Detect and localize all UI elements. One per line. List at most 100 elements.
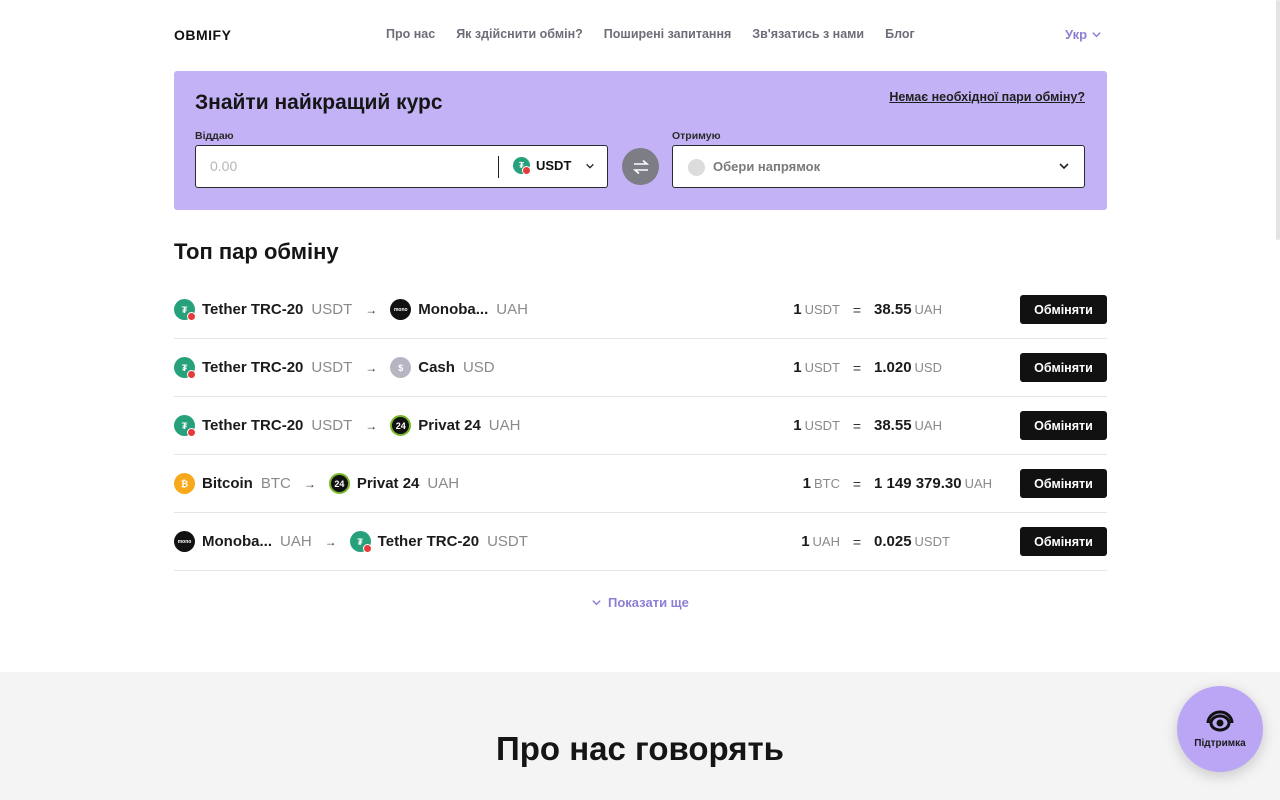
give-divider xyxy=(498,156,499,178)
to-asset-name: Cash xyxy=(418,359,455,376)
nav-link-blog[interactable]: Блог xyxy=(885,27,915,41)
cash-icon: $ xyxy=(390,357,412,378)
headset-icon xyxy=(1206,710,1234,732)
rate-from-code: USDT xyxy=(804,302,840,317)
pair-rate: 1 UAH = 0.025 USDT xyxy=(754,513,950,570)
exchange-button[interactable]: Обміняти xyxy=(1020,527,1107,556)
rate-to-amount: 38.55 xyxy=(874,417,912,434)
to-asset-code: UAH xyxy=(488,417,521,434)
chevron-down-icon xyxy=(592,600,601,606)
placeholder-coin-icon xyxy=(688,159,705,176)
rate-from: 1 UAH xyxy=(754,533,840,550)
top-pairs-title: Топ пар обміну xyxy=(174,239,339,264)
arrow-right-icon: → xyxy=(365,360,378,375)
language-label: Укр xyxy=(1065,27,1088,42)
rate-to: 0.025 USDT xyxy=(874,533,950,550)
rate-from-amount: 1 xyxy=(802,475,811,492)
mono-icon: mono xyxy=(390,299,412,320)
exchange-panel: Знайти найкращий курс Немає необхідної п… xyxy=(174,71,1107,210)
chevron-down-icon xyxy=(586,163,595,169)
site-header: OBMIFY Про нас Як здійснити обмін? Пошир… xyxy=(0,0,1280,70)
exchange-button[interactable]: Обміняти xyxy=(1020,295,1107,324)
rate-equals: = xyxy=(852,475,862,492)
tether-icon: ₮ xyxy=(349,531,372,553)
nav-link-about[interactable]: Про нас xyxy=(386,27,435,41)
rate-from: 1 USDT xyxy=(754,301,840,318)
pair-assets: ₿ Bitcoin BTC → 24 Privat 24 UAH xyxy=(174,455,459,512)
rate-from-amount: 1 xyxy=(793,301,802,318)
swap-button[interactable] xyxy=(622,148,659,185)
to-asset-name: Monoba... xyxy=(418,301,489,318)
get-label: Отримую xyxy=(672,130,721,142)
pair-rate: 1 USDT = 1.020 USD xyxy=(754,339,942,396)
from-asset-code: USDT xyxy=(311,301,353,318)
to-asset-code: UAH xyxy=(427,475,460,492)
rate-from-amount: 1 xyxy=(793,359,802,376)
exchange-button[interactable]: Обміняти xyxy=(1020,353,1107,382)
rate-to-amount: 0.025 xyxy=(874,533,912,550)
arrow-right-icon: → xyxy=(365,418,378,433)
rate-to-code: UAH xyxy=(914,418,942,433)
arrow-right-icon: → xyxy=(365,302,378,317)
nav-link-contact[interactable]: Зв'язатись з нами xyxy=(752,27,864,41)
pair-row: ₿ Bitcoin BTC → 24 Privat 24 UAH 1 BTC = … xyxy=(174,455,1107,513)
pair-assets: ₮ Tether TRC-20 USDT → mono Monoba... UA… xyxy=(174,281,528,338)
get-placeholder: Обери напрямок xyxy=(713,159,821,174)
arrow-right-icon: → xyxy=(324,534,337,549)
pair-assets: ₮ Tether TRC-20 USDT → 24 Privat 24 UAH xyxy=(174,397,520,454)
give-currency-select[interactable]: ₮ USDT xyxy=(513,157,595,175)
arrow-right-icon: → xyxy=(303,476,316,491)
chevron-down-icon xyxy=(1092,32,1101,38)
rate-to-amount: 38.55 xyxy=(874,301,912,318)
tether-icon: ₮ xyxy=(513,157,531,175)
support-label: Підтримка xyxy=(1194,738,1246,749)
from-asset-name: Monoba... xyxy=(202,533,272,550)
to-asset-code: UAH xyxy=(496,301,528,318)
from-asset-name: Tether TRC-20 xyxy=(202,417,304,434)
pair-assets: ₮ Tether TRC-20 USDT → $ Cash USD xyxy=(174,339,495,396)
pair-row: ₮ Tether TRC-20 USDT → $ Cash USD 1 USDT … xyxy=(174,339,1107,397)
give-amount-input[interactable] xyxy=(210,158,490,174)
pair-rate: 1 USDT = 38.55 UAH xyxy=(754,397,942,454)
rate-from-code: USDT xyxy=(804,360,840,375)
main-nav: Про нас Як здійснити обмін? Поширені зап… xyxy=(386,27,915,41)
to-asset-code: USD xyxy=(462,359,495,376)
to-asset-name: Privat 24 xyxy=(418,417,481,434)
rate-from-code: UAH xyxy=(812,534,840,549)
reviews-title: Про нас говорять xyxy=(496,730,784,767)
support-button[interactable]: Підтримка xyxy=(1177,686,1263,772)
exchange-button[interactable]: Обміняти xyxy=(1020,469,1107,498)
brand-logo[interactable]: OBMIFY xyxy=(174,27,231,43)
rate-from: 1 USDT xyxy=(754,417,840,434)
exchange-button[interactable]: Обміняти xyxy=(1020,411,1107,440)
rate-equals: = xyxy=(852,359,862,376)
from-asset-code: USDT xyxy=(311,417,353,434)
pair-row: ₮ Tether TRC-20 USDT → 24 Privat 24 UAH … xyxy=(174,397,1107,455)
rate-from-code: BTC xyxy=(814,476,840,491)
rate-from-amount: 1 xyxy=(793,417,802,434)
pair-row: mono Monoba... UAH → ₮ Tether TRC-20 USD… xyxy=(174,513,1107,571)
rate-equals: = xyxy=(852,301,862,318)
give-field: ₮ USDT xyxy=(195,145,608,188)
rate-to-code: USD xyxy=(914,360,942,375)
get-direction-select[interactable]: Обери напрямок xyxy=(672,145,1085,188)
show-more-button[interactable]: Показати ще xyxy=(591,595,689,610)
rate-to: 38.55 UAH xyxy=(874,417,942,434)
give-label: Віддаю xyxy=(195,130,234,142)
missing-pair-link[interactable]: Немає необхідної пари обміну? xyxy=(889,90,1085,104)
rate-from: 1 BTC xyxy=(754,475,840,492)
nav-link-how-to[interactable]: Як здійснити обмін? xyxy=(456,27,583,41)
rate-to-code: UAH xyxy=(914,302,942,317)
reviews-section: Про нас говорять xyxy=(0,672,1280,800)
rate-from-amount: 1 xyxy=(801,533,810,550)
nav-link-faq[interactable]: Поширені запитання xyxy=(604,27,732,41)
swap-arrows-icon xyxy=(632,159,649,174)
privat-icon: 24 xyxy=(390,415,412,436)
from-asset-code: BTC xyxy=(260,475,291,492)
language-selector[interactable]: Укр xyxy=(1065,27,1102,42)
show-more-label: Показати ще xyxy=(608,595,689,610)
rate-from-code: USDT xyxy=(804,418,840,433)
chevron-down-icon xyxy=(1059,163,1069,170)
from-asset-name: Tether TRC-20 xyxy=(202,301,304,318)
btc-icon: ₿ xyxy=(174,473,195,494)
